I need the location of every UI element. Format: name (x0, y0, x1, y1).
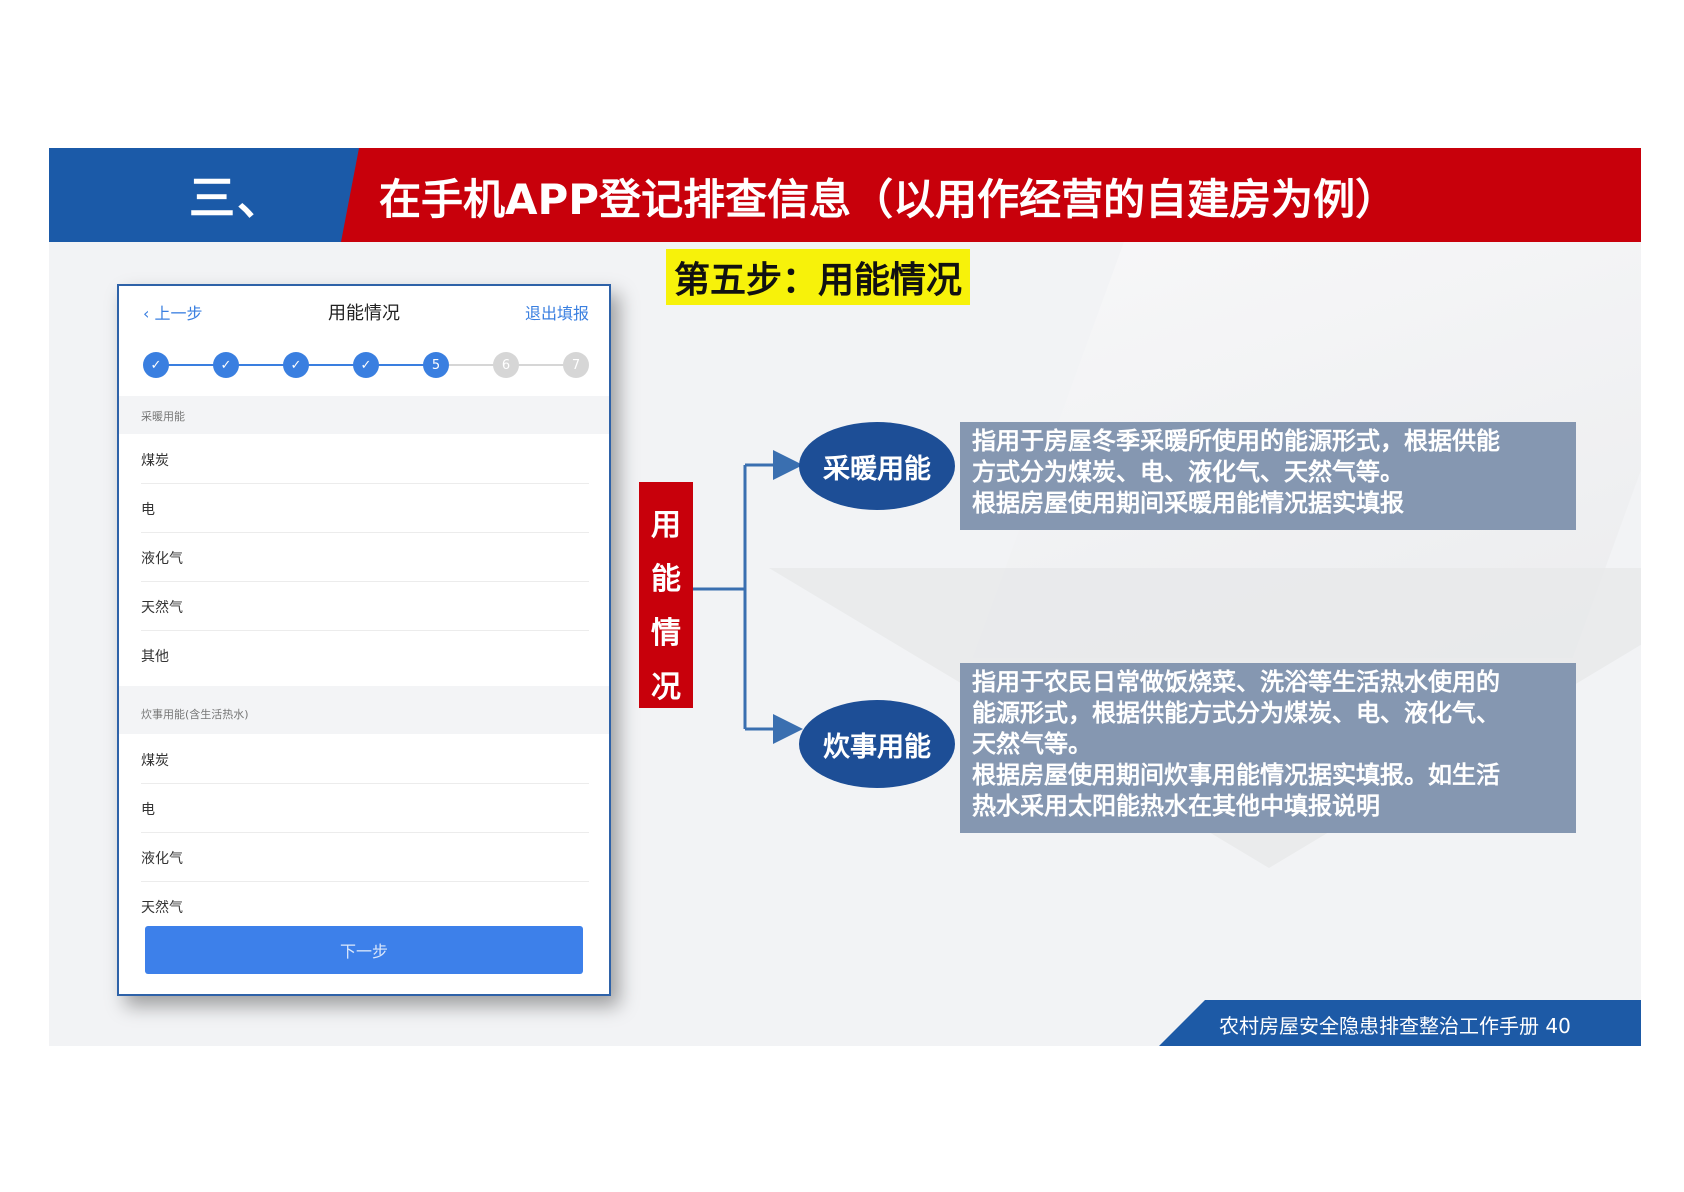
slide-area: 三、 在手机APP登记排查信息（以用作经营的自建房为例） ‹ 上一步 用能情况 … (49, 148, 1641, 1046)
cooking-description: 指用于农民日常做饭烧菜、洗浴等生活热水使用的 能源形式，根据供能方式分为煤炭、电… (960, 663, 1576, 833)
connector-lines (693, 450, 803, 744)
branch-cooking-label: 炊事用能 (799, 700, 955, 788)
branch-heating-label: 采暖用能 (799, 422, 955, 510)
heating-description: 指用于房屋冬季采暖所使用的能源形式，根据供能 方式分为煤炭、电、液化气、天然气等… (960, 422, 1576, 530)
footer-text: 农村房屋安全隐患排查整治工作手册 40 (1219, 1014, 1571, 1038)
